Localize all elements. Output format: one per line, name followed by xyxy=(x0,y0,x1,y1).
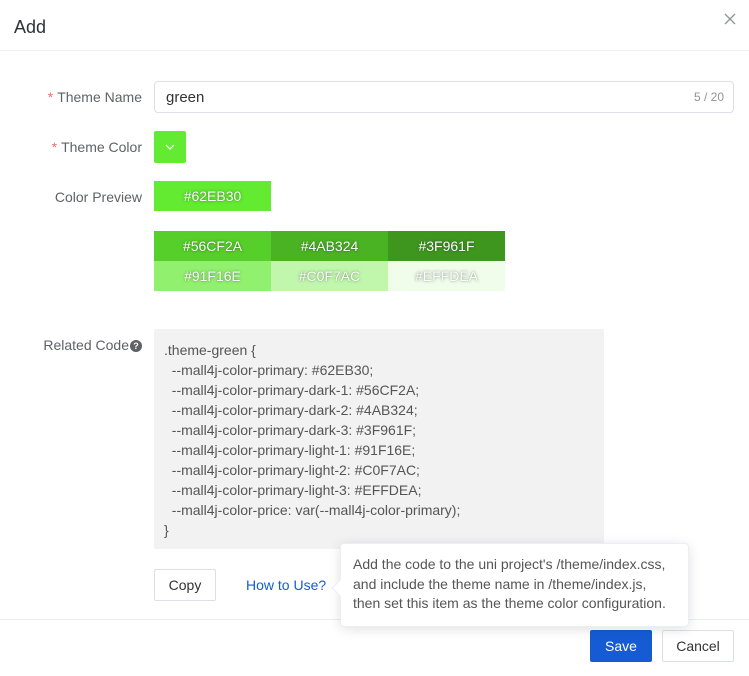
question-circle-icon[interactable]: ? xyxy=(130,340,142,352)
related-code-block: .theme-green { --mall4j-color-primary: #… xyxy=(154,329,604,549)
required-mark: * xyxy=(47,89,54,105)
theme-color-label: * Theme Color xyxy=(52,139,142,155)
save-button[interactable]: Save xyxy=(590,630,652,662)
dark-3-swatch: #3F961F xyxy=(388,231,505,261)
dark-1-swatch: #56CF2A xyxy=(154,231,271,261)
copy-button[interactable]: Copy xyxy=(154,569,216,601)
tooltip-text: Add the code to the uni project's /theme… xyxy=(353,556,666,611)
light-3-swatch: #EFFDEA xyxy=(388,261,505,291)
color-preview-label: Color Preview xyxy=(54,189,142,205)
dark-2-swatch: #4AB324 xyxy=(271,231,388,261)
theme-name-label-text: Theme Name xyxy=(57,89,142,105)
theme-color-picker[interactable] xyxy=(154,131,186,163)
add-theme-dialog: Add *Theme Name 5 / 20 *Theme Color Colo… xyxy=(0,0,749,676)
theme-color-label-text: Theme Color xyxy=(61,139,142,155)
theme-name-label: * Theme Name xyxy=(48,89,142,105)
tooltip-arrow xyxy=(331,579,349,597)
light-1-swatch: #91F16E xyxy=(154,261,271,291)
chevron-down-icon xyxy=(165,144,175,150)
related-code-label: Related Code? xyxy=(43,337,142,353)
dialog-title: Add xyxy=(14,17,47,37)
close-icon[interactable] xyxy=(719,8,741,30)
char-count: 5 / 20 xyxy=(693,90,724,104)
primary-color-swatch: #62EB30 xyxy=(154,181,271,211)
cancel-button[interactable]: Cancel xyxy=(662,630,734,662)
dialog-header: Add xyxy=(0,0,749,51)
related-code-label-text: Related Code xyxy=(43,337,129,353)
how-to-use-link[interactable]: How to Use? xyxy=(246,577,326,593)
light-2-swatch: #C0F7AC xyxy=(271,261,388,291)
theme-name-input[interactable] xyxy=(154,81,734,113)
required-mark: * xyxy=(51,139,58,155)
how-to-use-tooltip: Add the code to the uni project's /theme… xyxy=(331,543,689,627)
